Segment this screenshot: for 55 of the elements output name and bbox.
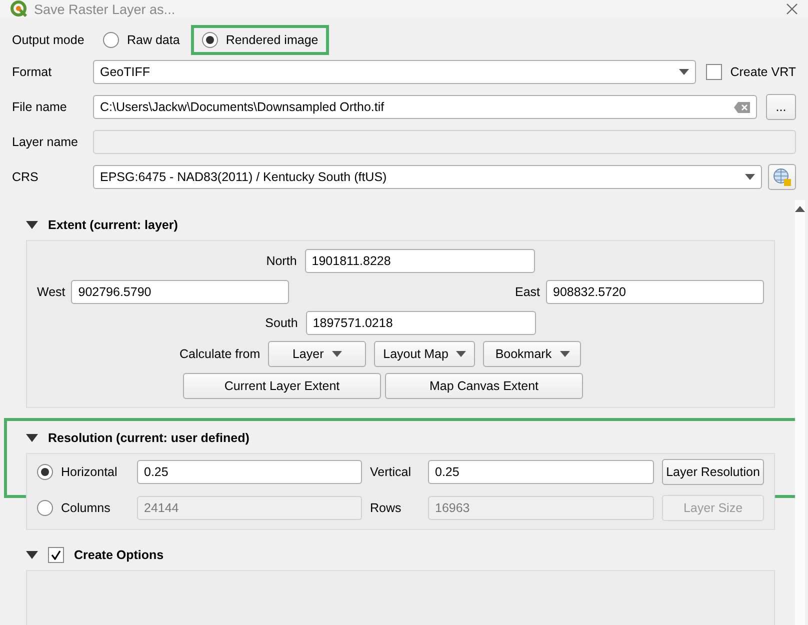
north-label: North xyxy=(266,254,297,268)
output-mode-radio[interactable]: Rendered image xyxy=(190,25,330,55)
format-label: Format xyxy=(12,65,53,79)
section-title: Create Options xyxy=(74,548,164,562)
crs-select-button[interactable] xyxy=(768,164,796,190)
collapse-arrow-icon[interactable] xyxy=(26,433,38,443)
resolution-label: Rows xyxy=(370,501,402,515)
create-vrt-checkbox[interactable]: Create VRT xyxy=(706,64,796,80)
resolution-field[interactable]: 16963 xyxy=(428,496,654,520)
west-field[interactable]: 902796.5790 xyxy=(71,280,290,304)
resolution-field[interactable]: 0.25 xyxy=(428,460,654,484)
crs-label: CRS xyxy=(12,170,40,184)
resolution-radio[interactable]: Horizontal xyxy=(37,464,129,480)
scroll-up-icon[interactable] xyxy=(795,206,805,212)
south-field[interactable]: 1897571.0218 xyxy=(306,311,536,335)
north-field[interactable]: 1901811.8228 xyxy=(304,249,535,273)
create-options-checkbox[interactable] xyxy=(48,547,64,563)
dropdown-caret-icon xyxy=(332,351,342,357)
file-name-field[interactable]: C:\Users\Jackw\Documents\Downsampled Ortho.tif xyxy=(93,95,757,119)
section-title: Extent (current: layer) xyxy=(48,218,178,232)
globe-icon xyxy=(772,167,792,187)
crs-dropdown[interactable]: EPSG:6475 - NAD83(2011) / Kentucky South (ftUS) xyxy=(93,165,762,189)
dropdown-caret-icon xyxy=(679,69,690,75)
calculate-dropdown-button[interactable]: Layer xyxy=(268,341,366,367)
east-field[interactable]: 908832.5720 xyxy=(546,280,764,304)
resolution-field[interactable]: 24144 xyxy=(137,496,362,520)
window-title: Save Raster Layer as... xyxy=(34,2,176,16)
resolution-label: Vertical xyxy=(370,465,412,479)
layer-name-label: Layer name xyxy=(12,135,80,149)
format-dropdown[interactable]: GeoTIFF xyxy=(93,60,696,84)
dropdown-caret-icon xyxy=(560,351,570,357)
section-title: Resolution (current: user defined) xyxy=(48,431,250,445)
calculate-dropdown-button[interactable]: Bookmark xyxy=(483,341,582,367)
output-mode-radio[interactable]: Raw data xyxy=(92,25,191,55)
file-name-label: File name xyxy=(12,100,68,114)
west-label: West xyxy=(37,285,66,299)
clear-icon[interactable] xyxy=(734,102,750,112)
collapse-arrow-icon[interactable] xyxy=(26,550,38,560)
south-label: South xyxy=(265,316,298,330)
dropdown-caret-icon xyxy=(456,351,466,357)
resolution-button[interactable]: Layer Resolution xyxy=(662,459,764,485)
resolution-radio[interactable]: Columns xyxy=(37,500,129,516)
close-icon[interactable] xyxy=(786,3,798,15)
resolution-field[interactable]: 0.25 xyxy=(137,460,362,484)
checkmark-icon xyxy=(51,550,61,560)
collapse-arrow-icon[interactable] xyxy=(26,220,38,230)
app-logo-icon xyxy=(10,0,28,18)
calculate-from-label: Calculate from xyxy=(180,347,260,361)
browse-button[interactable]: ... xyxy=(766,94,796,120)
calculate-dropdown-button[interactable]: Layout Map xyxy=(374,341,476,367)
extent-button[interactable]: Map Canvas Extent xyxy=(385,373,583,399)
dropdown-caret-icon xyxy=(745,174,755,180)
extent-button[interactable]: Current Layer Extent xyxy=(183,373,381,399)
output-mode-label: Output mode xyxy=(12,33,86,47)
east-label: East xyxy=(514,285,540,299)
